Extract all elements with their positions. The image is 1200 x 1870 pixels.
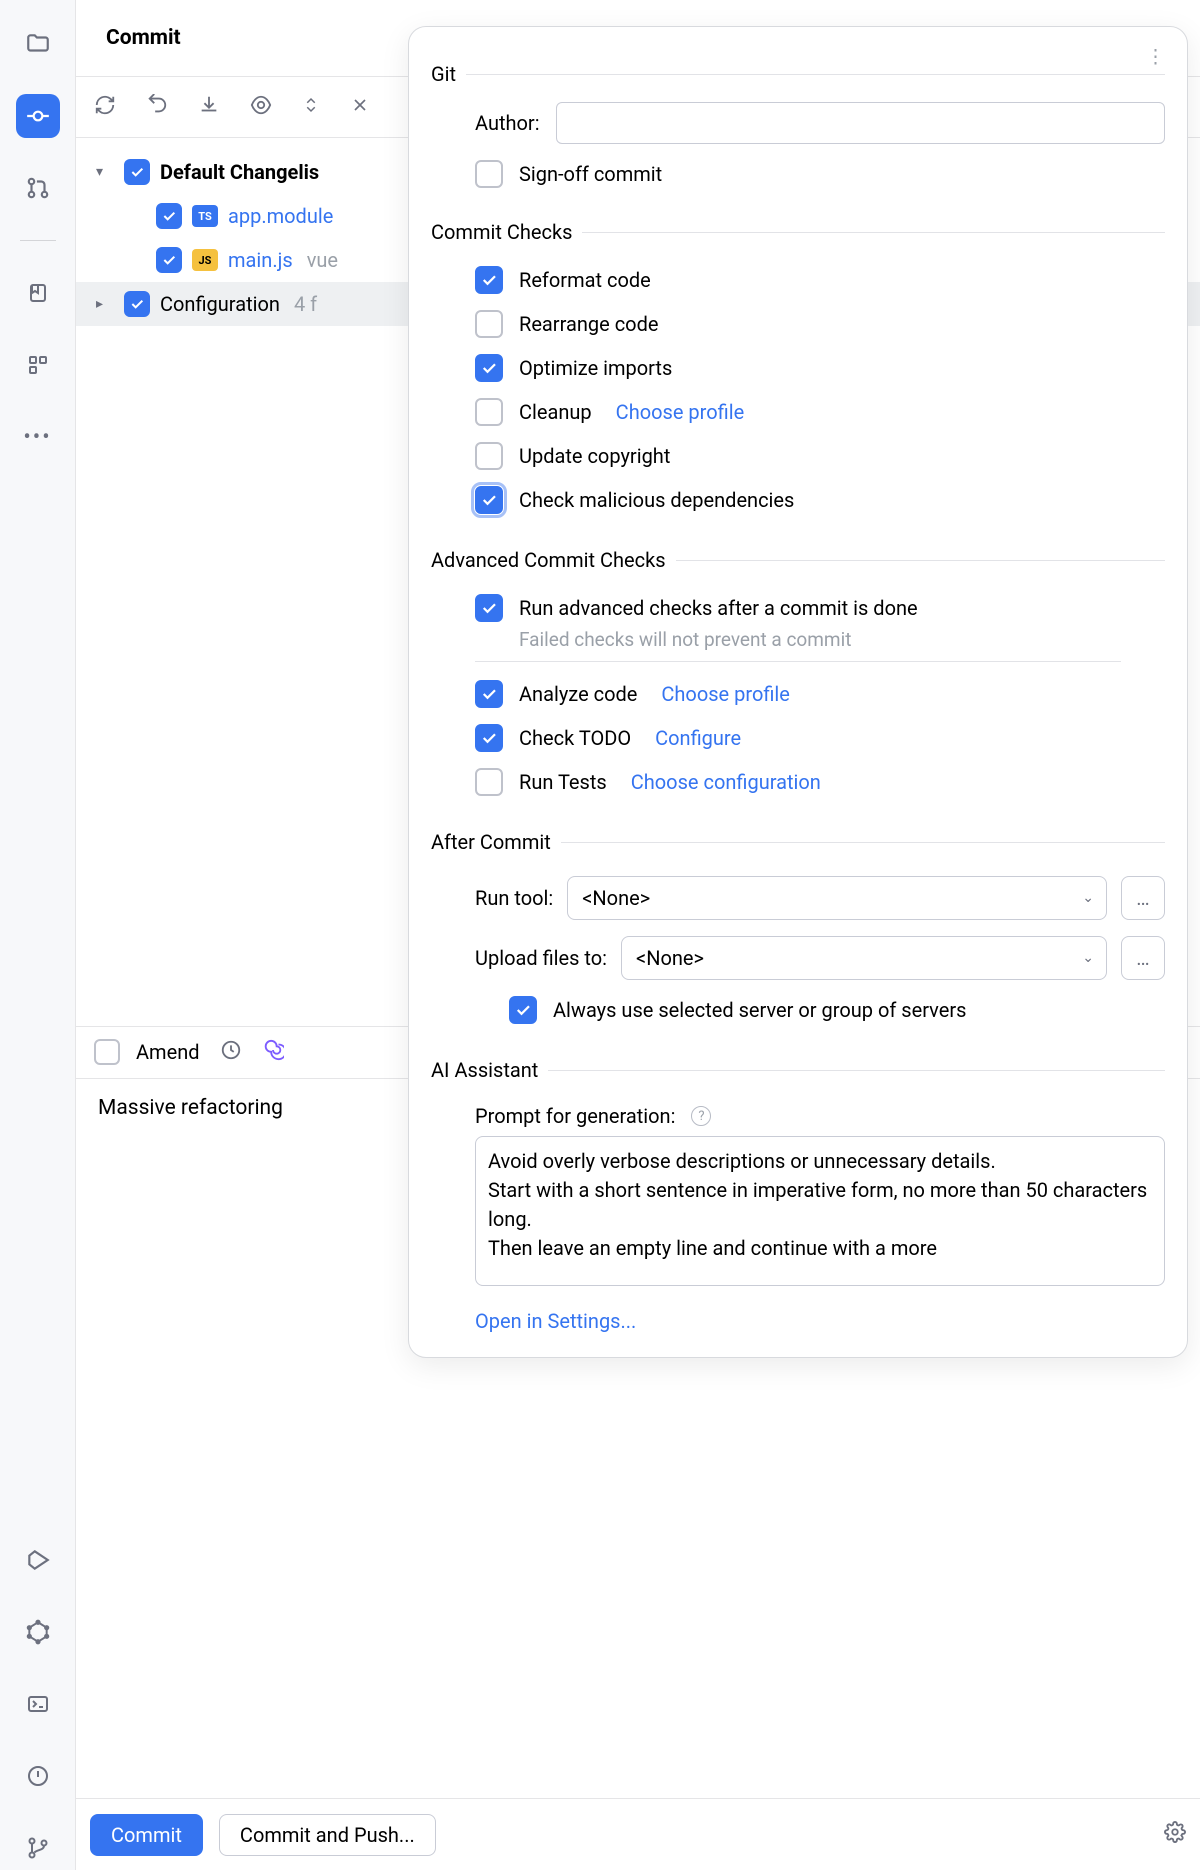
author-label: Author: <box>475 111 540 135</box>
todo-configure-link[interactable]: Configure <box>655 726 741 750</box>
commit-tool-window: Commit ▾ Default Changelis TS app.module <box>76 0 1200 1870</box>
malicious-checkbox[interactable] <box>475 486 503 514</box>
signoff-label: Sign-off commit <box>519 162 662 186</box>
help-icon[interactable]: ? <box>691 1106 711 1126</box>
expand-collapse-icon[interactable] <box>302 94 320 121</box>
section-after-title: After Commit <box>431 830 551 854</box>
problems-icon[interactable] <box>16 1754 60 1798</box>
always-use-label: Always use selected server or group of s… <box>553 998 966 1022</box>
changelist-checkbox[interactable] <box>124 291 150 317</box>
reformat-checkbox[interactable] <box>475 266 503 294</box>
run-tool-select[interactable]: <None>⌄ <box>567 876 1107 920</box>
chevron-right-icon[interactable]: ▸ <box>96 296 114 312</box>
chevron-down-icon[interactable]: ▾ <box>96 164 114 180</box>
section-checks-title: Commit Checks <box>431 220 572 244</box>
reformat-label: Reformat code <box>519 268 651 292</box>
author-input[interactable] <box>556 102 1165 144</box>
prompt-textarea[interactable] <box>475 1136 1165 1286</box>
analyze-profile-link[interactable]: Choose profile <box>661 682 790 706</box>
refresh-icon[interactable] <box>94 94 116 121</box>
tests-checkbox[interactable] <box>475 768 503 796</box>
tests-label: Run Tests <box>519 770 607 794</box>
commit-and-push-button[interactable]: Commit and Push... <box>219 1814 436 1856</box>
rollback-icon[interactable] <box>146 94 168 121</box>
section-ai-title: AI Assistant <box>431 1058 538 1082</box>
changelist-checkbox[interactable] <box>124 159 150 185</box>
tests-config-link[interactable]: Choose configuration <box>631 770 821 794</box>
history-icon[interactable] <box>220 1039 242 1066</box>
rearrange-label: Rearrange code <box>519 312 658 336</box>
graphql-icon[interactable] <box>16 1610 60 1654</box>
rearrange-checkbox[interactable] <box>475 310 503 338</box>
amend-label: Amend <box>136 1040 200 1064</box>
section-git-title: Git <box>431 62 456 86</box>
advanced-hint: Failed checks will not prevent a commit <box>431 628 1165 651</box>
chevron-down-icon: ⌄ <box>1082 950 1094 966</box>
shelve-icon[interactable] <box>198 94 220 121</box>
commit-button[interactable]: Commit <box>90 1814 203 1856</box>
bookmark-icon[interactable] <box>16 271 60 315</box>
ts-file-icon: TS <box>192 205 218 227</box>
terminal-icon[interactable] <box>16 1682 60 1726</box>
commit-options-popover: ⋮ Git Author: Sign-off commit Commit Che… <box>408 26 1188 1358</box>
copyright-checkbox[interactable] <box>475 442 503 470</box>
file-dir: vue <box>307 248 338 272</box>
commit-icon[interactable] <box>16 94 60 138</box>
malicious-label: Check malicious dependencies <box>519 488 794 512</box>
upload-more-button[interactable]: … <box>1121 936 1165 980</box>
upload-label: Upload files to: <box>475 946 607 970</box>
run-tool-label: Run tool: <box>475 886 553 910</box>
prompt-label: Prompt for generation: <box>475 1104 675 1128</box>
open-in-settings-link[interactable]: Open in Settings... <box>431 1297 1165 1337</box>
chevron-down-icon: ⌄ <box>1082 890 1094 906</box>
file-name: app.module <box>228 204 333 228</box>
file-checkbox[interactable] <box>156 247 182 273</box>
group-icon[interactable] <box>350 95 370 120</box>
file-name: main.js <box>228 248 293 272</box>
run-after-label: Run advanced checks after a commit is do… <box>519 596 918 620</box>
amend-checkbox[interactable] <box>94 1039 120 1065</box>
js-file-icon: JS <box>192 249 218 271</box>
more-icon[interactable]: ••• <box>16 415 60 459</box>
optimize-checkbox[interactable] <box>475 354 503 382</box>
structure-icon[interactable] <box>16 343 60 387</box>
analyze-checkbox[interactable] <box>475 680 503 708</box>
gear-icon[interactable] <box>1164 1821 1186 1848</box>
git-branch-icon[interactable] <box>16 1826 60 1870</box>
todo-label: Check TODO <box>519 726 631 750</box>
todo-checkbox[interactable] <box>475 724 503 752</box>
diff-icon[interactable] <box>250 94 272 121</box>
copyright-label: Update copyright <box>519 444 670 468</box>
cleanup-checkbox[interactable] <box>475 398 503 426</box>
run-after-checkbox[interactable] <box>475 594 503 622</box>
cleanup-label: Cleanup <box>519 400 592 424</box>
file-count: 4 f <box>294 292 317 316</box>
cleanup-profile-link[interactable]: Choose profile <box>616 400 745 424</box>
bottom-bar: Commit Commit and Push... <box>76 1798 1200 1870</box>
run-icon[interactable] <box>16 1538 60 1582</box>
signoff-checkbox[interactable] <box>475 160 503 188</box>
run-tool-more-button[interactable]: … <box>1121 876 1165 920</box>
changelist-label: Configuration <box>160 292 280 316</box>
analyze-label: Analyze code <box>519 682 637 706</box>
upload-select[interactable]: <None>⌄ <box>621 936 1107 980</box>
ai-icon[interactable] <box>262 1039 284 1066</box>
left-rail: ••• <box>0 0 76 1870</box>
optimize-label: Optimize imports <box>519 356 672 380</box>
pull-request-icon[interactable] <box>16 166 60 210</box>
changelist-label: Default Changelis <box>160 160 319 184</box>
always-use-checkbox[interactable] <box>509 996 537 1024</box>
panel-more-icon[interactable]: ⋮ <box>1146 45 1165 68</box>
section-advanced-title: Advanced Commit Checks <box>431 548 666 572</box>
folder-icon[interactable] <box>16 22 60 66</box>
file-checkbox[interactable] <box>156 203 182 229</box>
